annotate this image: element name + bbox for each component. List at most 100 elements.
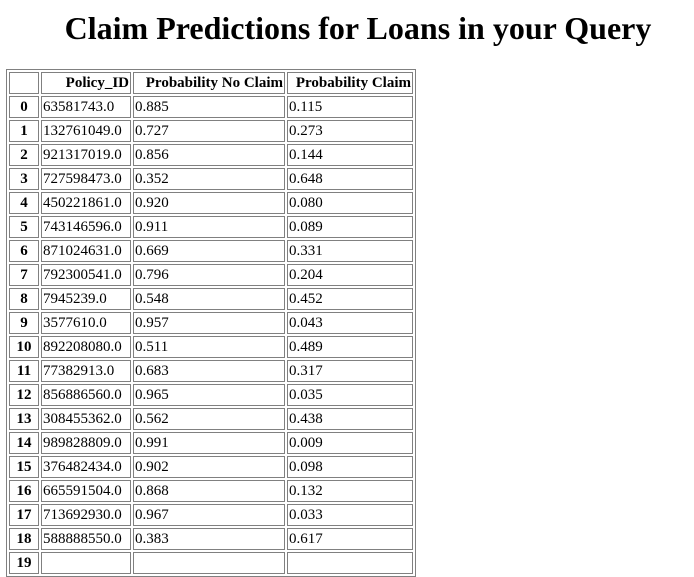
probability-no-claim-cell: 0.548: [133, 288, 285, 310]
policy-id-cell: 871024631.0: [41, 240, 131, 262]
policy-id-cell: 743146596.0: [41, 216, 131, 238]
probability-no-claim-cell: 0.885: [133, 96, 285, 118]
probability-no-claim-cell: 0.868: [133, 480, 285, 502]
probability-claim-cell: 0.438: [287, 408, 413, 430]
row-index: 10: [9, 336, 39, 358]
row-index: 9: [9, 312, 39, 334]
table-row: 18 588888550.0 0.383 0.617: [9, 528, 413, 550]
probability-claim-cell: 0.033: [287, 504, 413, 526]
table-row: 7 792300541.0 0.796 0.204: [9, 264, 413, 286]
probability-no-claim-cell: 0.957: [133, 312, 285, 334]
probability-claim-cell: [287, 552, 413, 574]
policy-id-cell: 713692930.0: [41, 504, 131, 526]
index-column-header: [9, 72, 39, 94]
table-row: 3 727598473.0 0.352 0.648: [9, 168, 413, 190]
table-row: 6 871024631.0 0.669 0.331: [9, 240, 413, 262]
policy-id-cell: 132761049.0: [41, 120, 131, 142]
table-row: 15 376482434.0 0.902 0.098: [9, 456, 413, 478]
policy-id-cell: [41, 552, 131, 574]
probability-claim-cell: 0.648: [287, 168, 413, 190]
policy-id-cell: 727598473.0: [41, 168, 131, 190]
row-index: 5: [9, 216, 39, 238]
table-row: 17 713692930.0 0.967 0.033: [9, 504, 413, 526]
row-index: 13: [9, 408, 39, 430]
probability-no-claim-cell: 0.967: [133, 504, 285, 526]
table-row: 19: [9, 552, 413, 574]
probability-claim-cell: 0.204: [287, 264, 413, 286]
policy-id-cell: 7945239.0: [41, 288, 131, 310]
table-row: 9 3577610.0 0.957 0.043: [9, 312, 413, 334]
probability-no-claim-cell: 0.511: [133, 336, 285, 358]
table-row: 1 132761049.0 0.727 0.273: [9, 120, 413, 142]
probability-no-claim-cell: 0.383: [133, 528, 285, 550]
policy-id-column-header: Policy_ID: [41, 72, 131, 94]
row-index: 16: [9, 480, 39, 502]
probability-no-claim-cell: 0.562: [133, 408, 285, 430]
predictions-table: Policy_ID Probability No Claim Probabili…: [6, 69, 416, 577]
table-row: 12 856886560.0 0.965 0.035: [9, 384, 413, 406]
policy-id-cell: 63581743.0: [41, 96, 131, 118]
row-index: 11: [9, 360, 39, 382]
probability-no-claim-cell: 0.856: [133, 144, 285, 166]
table-row: 13 308455362.0 0.562 0.438: [9, 408, 413, 430]
probability-claim-cell: 0.617: [287, 528, 413, 550]
page-title: Claim Predictions for Loans in your Quer…: [64, 10, 652, 46]
policy-id-cell: 376482434.0: [41, 456, 131, 478]
policy-id-cell: 892208080.0: [41, 336, 131, 358]
probability-no-claim-cell: 0.683: [133, 360, 285, 382]
probability-claim-cell: 0.317: [287, 360, 413, 382]
table-row: 4 450221861.0 0.920 0.080: [9, 192, 413, 214]
probability-no-claim-column-header: Probability No Claim: [133, 72, 285, 94]
probability-claim-cell: 0.452: [287, 288, 413, 310]
table-row: 16 665591504.0 0.868 0.132: [9, 480, 413, 502]
probability-claim-cell: 0.089: [287, 216, 413, 238]
probability-claim-cell: 0.132: [287, 480, 413, 502]
probability-no-claim-cell: 0.669: [133, 240, 285, 262]
probability-no-claim-cell: 0.991: [133, 432, 285, 454]
probability-claim-cell: 0.489: [287, 336, 413, 358]
probability-claim-column-header: Probability Claim: [287, 72, 413, 94]
probability-claim-cell: 0.273: [287, 120, 413, 142]
policy-id-cell: 921317019.0: [41, 144, 131, 166]
probability-no-claim-cell: 0.920: [133, 192, 285, 214]
probability-claim-cell: 0.144: [287, 144, 413, 166]
row-index: 3: [9, 168, 39, 190]
policy-id-cell: 308455362.0: [41, 408, 131, 430]
policy-id-cell: 792300541.0: [41, 264, 131, 286]
policy-id-cell: 856886560.0: [41, 384, 131, 406]
table-header-row: Policy_ID Probability No Claim Probabili…: [9, 72, 413, 94]
probability-claim-cell: 0.043: [287, 312, 413, 334]
probability-no-claim-cell: 0.796: [133, 264, 285, 286]
policy-id-cell: 989828809.0: [41, 432, 131, 454]
row-index: 7: [9, 264, 39, 286]
table-row: 14 989828809.0 0.991 0.009: [9, 432, 413, 454]
probability-no-claim-cell: 0.902: [133, 456, 285, 478]
policy-id-cell: 3577610.0: [41, 312, 131, 334]
policy-id-cell: 588888550.0: [41, 528, 131, 550]
probability-claim-cell: 0.098: [287, 456, 413, 478]
row-index: 0: [9, 96, 39, 118]
row-index: 6: [9, 240, 39, 262]
row-index: 18: [9, 528, 39, 550]
probability-no-claim-cell: 0.727: [133, 120, 285, 142]
table-row: 11 77382913.0 0.683 0.317: [9, 360, 413, 382]
row-index: 15: [9, 456, 39, 478]
table-row: 0 63581743.0 0.885 0.115: [9, 96, 413, 118]
row-index: 8: [9, 288, 39, 310]
row-index: 17: [9, 504, 39, 526]
probability-no-claim-cell: 0.911: [133, 216, 285, 238]
probability-claim-cell: 0.035: [287, 384, 413, 406]
probability-no-claim-cell: 0.965: [133, 384, 285, 406]
policy-id-cell: 665591504.0: [41, 480, 131, 502]
row-index: 19: [9, 552, 39, 574]
policy-id-cell: 77382913.0: [41, 360, 131, 382]
row-index: 14: [9, 432, 39, 454]
probability-no-claim-cell: 0.352: [133, 168, 285, 190]
table-body: 0 63581743.0 0.885 0.115 1 132761049.0 0.727 0.…: [9, 96, 413, 574]
row-index: 4: [9, 192, 39, 214]
probability-claim-cell: 0.331: [287, 240, 413, 262]
table-row: 10 892208080.0 0.511 0.489: [9, 336, 413, 358]
table-row: 5 743146596.0 0.911 0.089: [9, 216, 413, 238]
row-index: 1: [9, 120, 39, 142]
table-row: 8 7945239.0 0.548 0.452: [9, 288, 413, 310]
